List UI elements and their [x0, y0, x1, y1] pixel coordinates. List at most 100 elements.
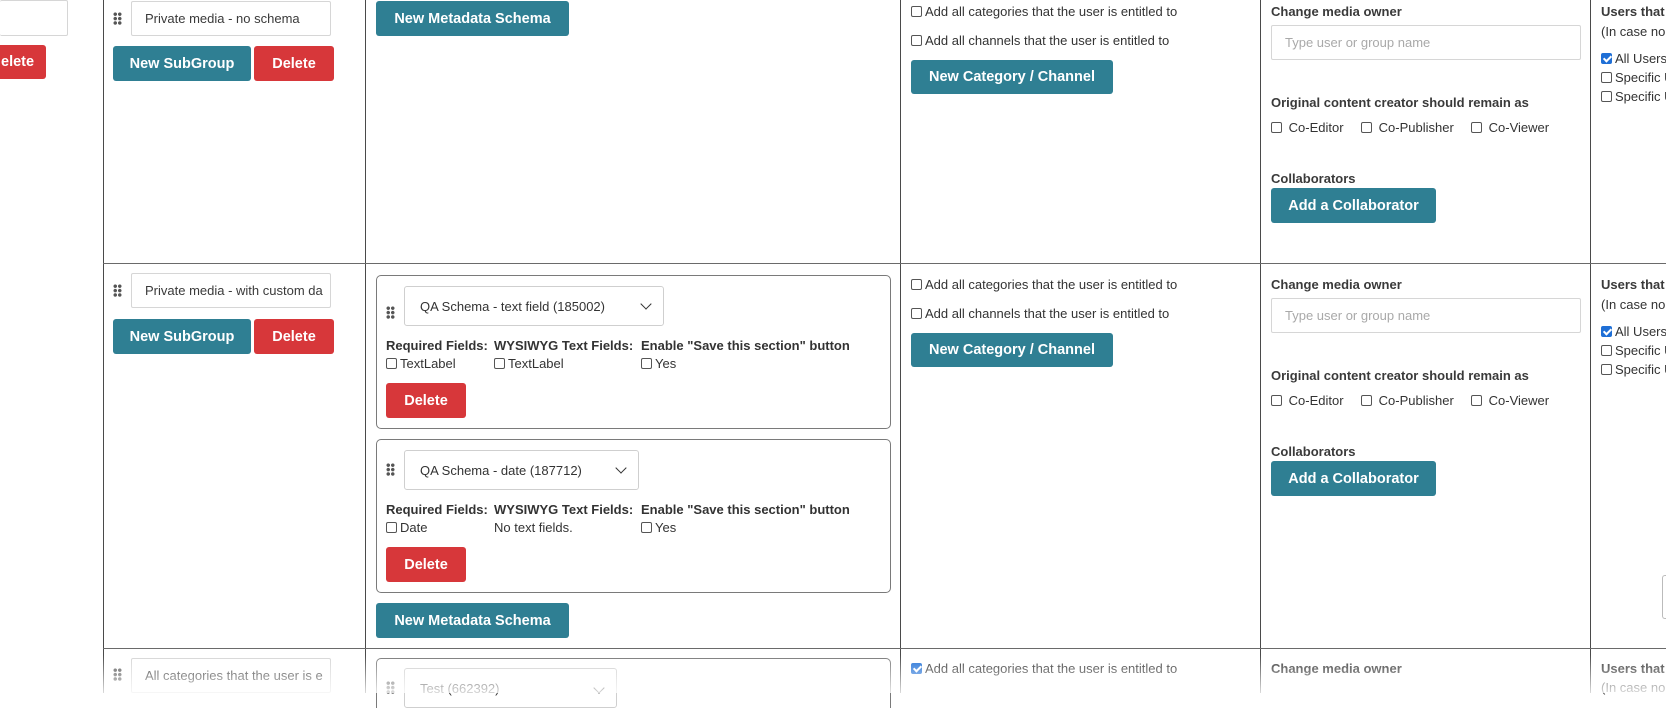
group-name-input[interactable]: All categories that the user is e	[131, 658, 331, 693]
option-label: Co-Publisher	[1378, 393, 1454, 408]
co-publisher-option[interactable]: Co-Publisher	[1361, 120, 1454, 135]
checkbox[interactable]	[911, 35, 922, 46]
checkbox-checked[interactable]	[1601, 326, 1612, 337]
owner-search-input[interactable]: Type user or group name	[1271, 25, 1581, 60]
checkbox[interactable]	[1361, 122, 1372, 133]
drag-handle-icon[interactable]	[113, 668, 122, 681]
add-all-categories-option[interactable]: Add all categories that the user is enti…	[911, 4, 1177, 19]
schema-select[interactable]: QA Schema - date (187712)	[404, 450, 639, 490]
new-subgroup-button[interactable]: New SubGroup	[113, 46, 251, 81]
wysiwyg-fields-label: WYSIWYG Text Fields:	[494, 502, 634, 517]
drag-handle-icon[interactable]	[386, 681, 395, 694]
column-divider	[365, 0, 366, 693]
checkbox[interactable]	[641, 522, 652, 533]
checkbox[interactable]	[911, 279, 922, 290]
all-users-option[interactable]: All Users	[1601, 324, 1666, 339]
new-category-channel-button[interactable]: New Category / Channel	[911, 60, 1113, 94]
owner-placeholder: Type user or group name	[1285, 308, 1431, 323]
checkbox[interactable]	[1361, 395, 1372, 406]
group-name-value: Private media - no schema	[145, 11, 300, 26]
required-field-option[interactable]: TextLabel	[386, 356, 456, 371]
option-label: Add all categories that the user is enti…	[925, 4, 1178, 19]
new-subgroup-button[interactable]: New SubGroup	[113, 319, 251, 354]
enable-save-option[interactable]: Yes	[641, 520, 676, 535]
checkbox[interactable]	[386, 522, 397, 533]
change-media-owner-label: Change media owner	[1271, 277, 1402, 292]
drag-handle-icon[interactable]	[113, 12, 122, 25]
co-publisher-option[interactable]: Co-Publisher	[1361, 393, 1454, 408]
enable-save-label: Enable "Save this section" button	[641, 338, 850, 353]
drag-handle-icon[interactable]	[386, 306, 395, 319]
option-label: Specific U	[1615, 70, 1666, 85]
checkbox[interactable]	[641, 358, 652, 369]
checkbox[interactable]	[1471, 395, 1482, 406]
column-divider	[1590, 0, 1591, 693]
in-case-note: (In case no	[1601, 297, 1666, 312]
no-text-fields-note: No text fields.	[494, 520, 573, 535]
parent-group-name-input[interactable]	[0, 0, 68, 36]
specific-users-option[interactable]: Specific U	[1601, 343, 1666, 358]
delete-schema-button[interactable]: Delete	[386, 547, 466, 582]
checkbox-checked[interactable]	[911, 663, 922, 674]
option-label: Specific U	[1615, 343, 1666, 358]
specific-users-option[interactable]: Specific U	[1601, 70, 1666, 85]
delete-group-button[interactable]: Delete	[254, 319, 334, 354]
chevron-down-icon	[640, 298, 652, 310]
enable-save-option[interactable]: Yes	[641, 356, 676, 371]
parent-delete-button[interactable]: elete	[0, 45, 46, 79]
option-label: Yes	[655, 356, 677, 371]
column-divider	[103, 0, 104, 693]
co-editor-option[interactable]: Co-Editor	[1271, 393, 1344, 408]
group-name-input[interactable]: Private media - no schema	[131, 1, 331, 36]
checkbox[interactable]	[494, 358, 505, 369]
checkbox[interactable]	[1271, 122, 1282, 133]
co-viewer-option[interactable]: Co-Viewer	[1471, 120, 1549, 135]
row-divider	[103, 263, 1666, 264]
checkbox[interactable]	[1471, 122, 1482, 133]
wysiwyg-field-option[interactable]: TextLabel	[494, 356, 564, 371]
add-collaborator-button[interactable]: Add a Collaborator	[1271, 188, 1436, 223]
option-label: Add all channels that the user is entitl…	[925, 306, 1170, 321]
add-all-categories-option[interactable]: Add all categories that the user is enti…	[911, 661, 1177, 676]
add-all-categories-option[interactable]: Add all categories that the user is enti…	[911, 277, 1177, 292]
change-media-owner-label: Change media owner	[1271, 661, 1402, 676]
checkbox[interactable]	[911, 308, 922, 319]
add-all-channels-option[interactable]: Add all channels that the user is entitl…	[911, 306, 1169, 321]
specific-users-option[interactable]: Specific U	[1601, 89, 1666, 104]
schema-select[interactable]: Test (662392)	[404, 668, 617, 708]
checkbox[interactable]	[1271, 395, 1282, 406]
delete-schema-button[interactable]: Delete	[386, 383, 466, 418]
collaborators-label: Collaborators	[1271, 444, 1356, 459]
add-collaborator-button[interactable]: Add a Collaborator	[1271, 461, 1436, 496]
option-label: Add all channels that the user is entitl…	[925, 33, 1170, 48]
specific-users-option[interactable]: Specific U	[1601, 362, 1666, 377]
schema-panel: Test (662392)	[376, 658, 891, 708]
group-name-input[interactable]: Private media - with custom da	[131, 273, 331, 308]
co-editor-option[interactable]: Co-Editor	[1271, 120, 1344, 135]
checkbox[interactable]	[1601, 364, 1612, 375]
new-metadata-schema-button[interactable]: New Metadata Schema	[376, 1, 569, 36]
all-users-option[interactable]: All Users	[1601, 51, 1666, 66]
enable-save-label: Enable "Save this section" button	[641, 502, 850, 517]
checkbox[interactable]	[1601, 345, 1612, 356]
checkbox-checked[interactable]	[1601, 53, 1612, 64]
owner-search-input[interactable]: Type user or group name	[1271, 298, 1581, 333]
users-that-label: Users that	[1601, 661, 1665, 676]
drag-handle-icon[interactable]	[113, 284, 122, 297]
required-field-option[interactable]: Date	[386, 520, 427, 535]
checkbox[interactable]	[911, 6, 922, 17]
add-all-channels-option[interactable]: Add all channels that the user is entitl…	[911, 33, 1169, 48]
new-category-channel-button[interactable]: New Category / Channel	[911, 333, 1113, 367]
checkbox[interactable]	[386, 358, 397, 369]
option-label: TextLabel	[400, 356, 456, 371]
drag-handle-icon[interactable]	[386, 463, 395, 476]
users-that-label: Users that	[1601, 277, 1665, 292]
checkbox[interactable]	[1601, 72, 1612, 83]
delete-group-button[interactable]: Delete	[254, 46, 334, 81]
new-metadata-schema-button[interactable]: New Metadata Schema	[376, 603, 569, 638]
owner-placeholder: Type user or group name	[1285, 35, 1431, 50]
scrollbar-edge[interactable]	[1662, 575, 1666, 619]
checkbox[interactable]	[1601, 91, 1612, 102]
co-viewer-option[interactable]: Co-Viewer	[1471, 393, 1549, 408]
schema-select[interactable]: QA Schema - text field (185002)	[404, 286, 664, 326]
